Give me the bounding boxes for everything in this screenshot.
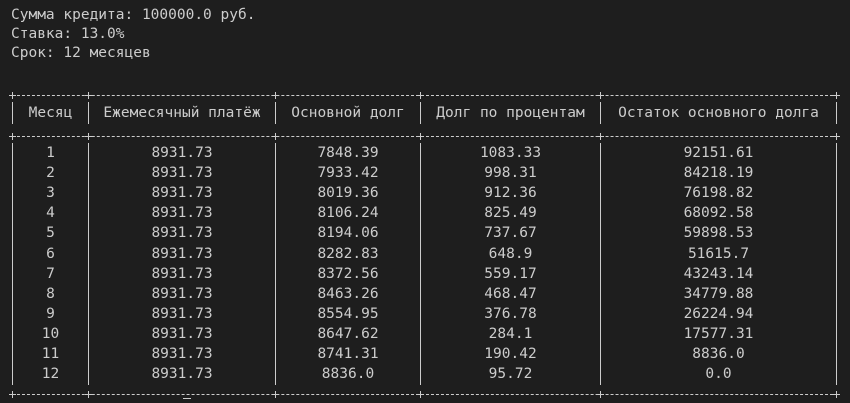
cell-month: 9 — [46, 305, 55, 322]
cell-principal: 8463.26 — [317, 285, 379, 302]
cell-principal: 8372.56 — [317, 265, 379, 282]
cell-month: 5 — [46, 225, 55, 242]
cell-month: 2 — [46, 165, 55, 182]
cell-interest: 825.49 — [484, 205, 537, 222]
cell-remaining-balance: 17577.31 — [683, 325, 754, 342]
header-principal: Основной долг — [291, 105, 405, 121]
header-month: Месяц — [28, 105, 73, 121]
cell-monthly-payment: 8931.73 — [151, 185, 213, 202]
loan-amount-line: Сумма кредита: 100000.0 руб. — [11, 7, 256, 23]
cursor — [183, 398, 191, 399]
cell-monthly-payment: 8931.73 — [151, 346, 213, 362]
cell-principal: 7848.39 — [317, 145, 379, 161]
terminal-output: Сумма кредита: 100000.0 руб. Ставка: 13.… — [0, 0, 850, 403]
cell-principal: 8194.06 — [317, 225, 379, 242]
cell-principal: 8836.0 — [321, 366, 375, 383]
rate-line: Ставка: 13.0% — [11, 26, 125, 42]
cell-month: 12 — [41, 366, 60, 383]
header-remaining-balance: Остаток основного долга — [618, 105, 819, 121]
cell-principal: 8554.95 — [317, 305, 379, 322]
cell-interest: 190.42 — [484, 346, 537, 362]
cell-monthly-payment: 8931.73 — [151, 165, 213, 182]
header-interest: Долг по процентам — [436, 105, 585, 121]
cell-month: 10 — [41, 325, 60, 342]
cell-month: 7 — [46, 265, 55, 282]
cell-remaining-balance: 51615.7 — [687, 245, 750, 262]
cell-month: 1 — [46, 145, 55, 161]
cell-remaining-balance: 8836.0 — [692, 346, 745, 362]
cell-month: 4 — [46, 205, 55, 222]
cell-principal: 8282.83 — [317, 245, 379, 262]
cell-remaining-balance: 26224.94 — [683, 305, 754, 322]
cell-remaining-balance: 84218.19 — [683, 165, 754, 182]
cell-month: 8 — [46, 285, 55, 302]
cell-interest: 95.72 — [488, 366, 533, 383]
cell-interest: 376.78 — [484, 305, 537, 322]
cell-monthly-payment: 8931.73 — [151, 325, 213, 342]
cell-monthly-payment: 8931.73 — [151, 245, 213, 262]
cell-monthly-payment: 8931.73 — [151, 366, 213, 383]
cell-principal: 7933.42 — [317, 165, 379, 182]
cell-interest: 998.31 — [484, 165, 537, 182]
cell-interest: 559.17 — [484, 265, 537, 282]
header-monthly-payment: Ежемесячный платёж — [103, 105, 261, 121]
cell-interest: 737.67 — [484, 225, 537, 242]
cell-month: 11 — [41, 346, 60, 362]
cell-principal: 8647.62 — [317, 325, 379, 342]
cell-remaining-balance: 68092.58 — [683, 205, 754, 222]
cell-remaining-balance: 92151.61 — [683, 145, 754, 161]
cell-monthly-payment: 8931.73 — [151, 265, 213, 282]
cell-principal: 8741.31 — [317, 346, 379, 362]
cell-month: 6 — [46, 245, 55, 262]
cell-month: 3 — [46, 185, 55, 202]
cell-monthly-payment: 8931.73 — [151, 285, 213, 302]
cell-interest: 912.36 — [484, 185, 537, 202]
cell-remaining-balance: 59898.53 — [683, 225, 754, 242]
cell-remaining-balance: 0.0 — [705, 366, 732, 383]
cell-monthly-payment: 8931.73 — [151, 305, 213, 322]
cell-principal: 8106.24 — [317, 205, 379, 222]
cell-interest: 284.1 — [488, 325, 533, 342]
cell-remaining-balance: 43243.14 — [683, 265, 754, 282]
cell-monthly-payment: 8931.73 — [151, 205, 213, 222]
cell-remaining-balance: 34779.88 — [683, 285, 754, 302]
term-line: Срок: 12 месяцев — [11, 45, 151, 61]
cell-interest: 648.9 — [488, 245, 533, 262]
cell-interest: 468.47 — [484, 285, 537, 302]
cell-monthly-payment: 8931.73 — [151, 145, 213, 161]
cell-remaining-balance: 76198.82 — [683, 185, 754, 202]
cell-principal: 8019.36 — [317, 185, 379, 202]
cell-monthly-payment: 8931.73 — [151, 225, 213, 242]
cell-interest: 1083.33 — [479, 145, 542, 161]
